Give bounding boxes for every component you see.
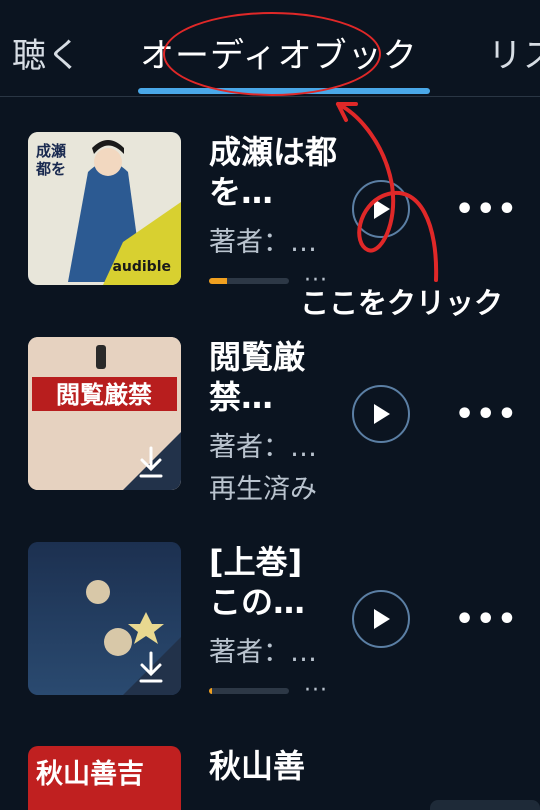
play-icon <box>374 199 390 219</box>
list-item[interactable]: 閲覧厳禁 閲覧厳禁… 著者：… 再生済み ••• <box>0 337 540 517</box>
download-icon <box>139 446 163 478</box>
tab-list[interactable]: リス <box>488 28 540 77</box>
scroll-indicator[interactable] <box>430 800 540 810</box>
progress-fill <box>209 688 213 694</box>
book-author: 著者：… <box>209 432 317 463</box>
cover-badge: audible <box>112 259 171 275</box>
play-button[interactable] <box>352 385 410 443</box>
progress-bar <box>209 278 289 284</box>
book-title[interactable]: [上巻] この… <box>209 542 339 622</box>
book-cover[interactable]: 成瀬 都を audible <box>28 132 181 285</box>
play-icon <box>374 404 390 424</box>
progress-fill <box>209 278 227 284</box>
book-author: 著者：… <box>209 637 317 668</box>
play-status: 再生済み <box>209 474 317 505</box>
book-author: 著者：… <box>209 227 317 258</box>
book-title[interactable]: 成瀬は都を… <box>209 132 339 212</box>
play-button[interactable] <box>352 590 410 648</box>
tab-listen[interactable]: 聴く <box>12 28 82 77</box>
svg-text:成瀬: 成瀬 <box>36 142 66 160</box>
book-title[interactable]: 秋山善 <box>209 746 339 786</box>
download-icon <box>139 651 163 683</box>
svg-text:都を: 都を <box>35 160 66 178</box>
svg-text:閲覧厳禁: 閲覧厳禁 <box>56 381 152 409</box>
play-icon <box>374 609 390 629</box>
more-options-button[interactable]: ••• <box>455 192 519 227</box>
more-info-dots: ··· <box>304 678 328 703</box>
cover-title-text: 秋山善吉 <box>36 759 144 790</box>
play-button[interactable] <box>352 180 410 238</box>
annotation-label: ここをクリック <box>300 286 504 320</box>
more-options-button[interactable]: ••• <box>455 602 519 637</box>
book-cover[interactable] <box>28 542 181 695</box>
book-title[interactable]: 閲覧厳禁… <box>209 337 339 417</box>
list-item[interactable]: [上巻] この… 著者：… ··· ••• <box>0 542 540 722</box>
more-options-button[interactable]: ••• <box>455 397 519 432</box>
progress-bar <box>209 688 289 694</box>
annotation-circle <box>163 12 381 96</box>
book-cover[interactable]: 閲覧厳禁 <box>28 337 181 490</box>
book-cover[interactable]: 秋山善吉 <box>28 746 181 810</box>
